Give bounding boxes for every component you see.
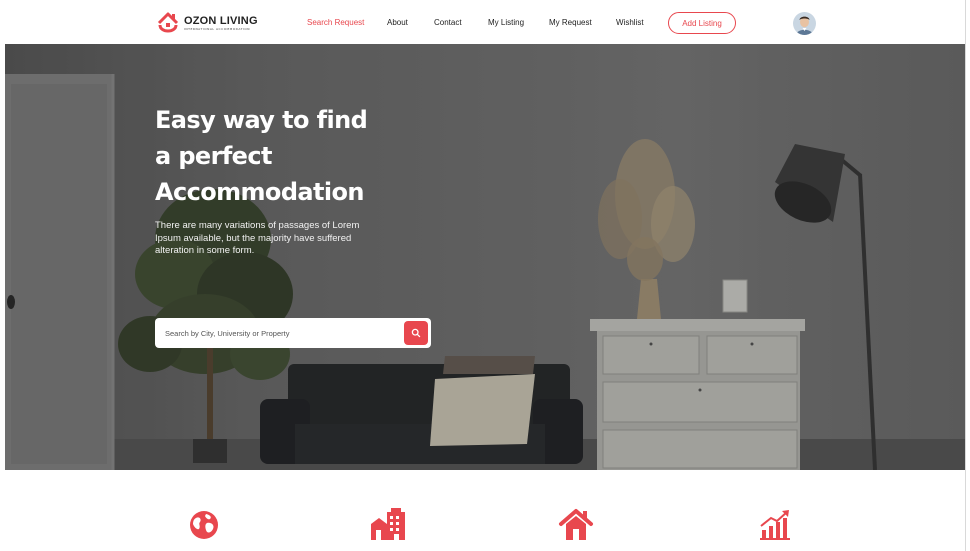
nav-search-request[interactable]: Search Request: [307, 18, 364, 27]
brand-tagline: INTERNATIONAL ACCOMMODATION: [184, 26, 250, 31]
brand-name: OZON LIVING: [184, 14, 258, 27]
feature-buildings: [368, 508, 408, 548]
user-avatar[interactable]: [793, 12, 816, 35]
house-logo-icon: [157, 12, 179, 33]
growth-chart-icon: [760, 510, 790, 540]
hero-title-line: Accommodation: [155, 178, 364, 206]
feature-home: [556, 508, 596, 548]
nav-contact[interactable]: Contact: [434, 18, 462, 27]
nav-my-listing[interactable]: My Listing: [488, 18, 524, 27]
brand-logo[interactable]: OZON LIVING INTERNATIONAL ACCOMMODATION: [156, 11, 258, 35]
hero-title-line: Easy way to find: [155, 106, 368, 134]
hero-title-line: a perfect: [155, 142, 272, 170]
search-input[interactable]: [155, 318, 400, 348]
search-button[interactable]: [404, 321, 428, 345]
add-listing-button[interactable]: Add Listing: [668, 12, 736, 34]
site-header: OZON LIVING INTERNATIONAL ACCOMMODATION …: [0, 0, 966, 44]
hero-description: There are many variations of passages of…: [155, 220, 360, 256]
page-edge-divider: [965, 0, 966, 551]
user-avatar-icon: [793, 12, 816, 35]
nav-about[interactable]: About: [387, 18, 408, 27]
hero-section: Easy way to find a perfect Accommodation…: [5, 44, 966, 470]
feature-globe: [184, 508, 224, 548]
nav-wishlist[interactable]: Wishlist: [616, 18, 644, 27]
search-icon: [411, 328, 421, 338]
nav-my-request[interactable]: My Request: [549, 18, 592, 27]
living-room-background: [5, 44, 966, 470]
globe-icon: [190, 511, 218, 539]
hero-title: Easy way to find a perfect Accommodation: [155, 102, 415, 210]
buildings-icon: [371, 508, 405, 540]
home-icon: [559, 509, 593, 540]
search-bar: [155, 318, 431, 348]
feature-growth: [755, 508, 795, 548]
